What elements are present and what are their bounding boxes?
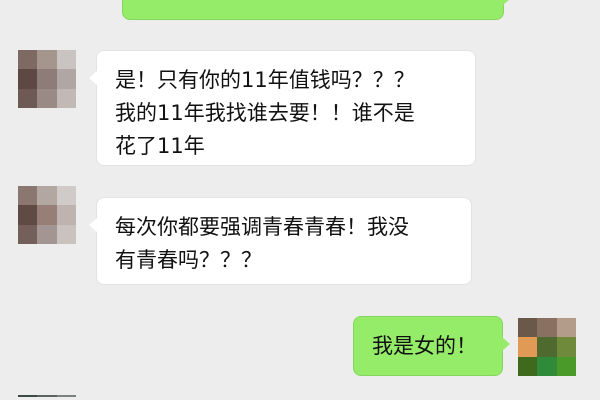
avatar-pixel	[518, 337, 538, 357]
avatar-pixel	[56, 88, 76, 108]
avatar-pixel	[37, 88, 57, 108]
avatar-pixel	[37, 50, 57, 70]
avatar-pixel	[18, 69, 38, 89]
avatar-pixel	[37, 69, 57, 89]
avatar-pixel	[18, 224, 38, 244]
avatar-pixel	[518, 356, 538, 376]
avatar-pixel	[37, 205, 57, 225]
avatar-pixel	[18, 205, 38, 225]
avatar-pixel	[537, 356, 557, 376]
avatar-pixel	[556, 337, 576, 357]
contact-avatar[interactable]	[18, 186, 76, 244]
avatar-pixel	[56, 205, 76, 225]
sent-message-bubble-partial[interactable]	[122, 0, 511, 20]
contact-avatar[interactable]	[18, 50, 76, 108]
avatar-pixel	[518, 318, 538, 338]
avatar-pixel	[56, 186, 76, 206]
avatar-pixel	[537, 337, 557, 357]
avatar-pixel	[56, 224, 76, 244]
self-avatar[interactable]	[518, 318, 576, 376]
avatar-pixel	[56, 395, 76, 397]
received-message-bubble[interactable]: 是！只有你的11年值钱吗？？？ 我的11年我找谁去要！！谁不是 花了11年	[89, 50, 476, 166]
avatar-pixel	[18, 186, 38, 206]
avatar-pixel	[37, 186, 57, 206]
avatar-pixel	[537, 318, 557, 338]
avatar-pixel	[56, 69, 76, 89]
sent-message-bubble[interactable]: 我是女的！	[353, 316, 510, 376]
avatar-pixel	[56, 50, 76, 70]
avatar-pixel	[556, 318, 576, 338]
avatar-pixel	[18, 395, 38, 397]
avatar-pixel	[18, 50, 38, 70]
avatar-pixel	[37, 224, 57, 244]
avatar-pixel	[37, 395, 57, 397]
contact-avatar-partial[interactable]	[18, 395, 76, 400]
avatar-pixel	[18, 88, 38, 108]
avatar-pixel	[556, 356, 576, 376]
received-message-bubble[interactable]: 每次你都要强调青春青春！我没 有青春吗？？？	[89, 197, 472, 285]
